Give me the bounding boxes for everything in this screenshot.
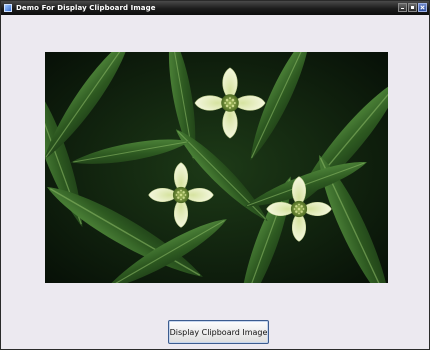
minimize-icon[interactable]	[398, 3, 407, 12]
window-controls	[398, 3, 427, 12]
app-icon	[4, 4, 12, 12]
maximize-icon[interactable]	[408, 3, 417, 12]
clipboard-image-picturebox	[45, 52, 388, 283]
display-clipboard-image-button[interactable]: Display Clipboard Image	[168, 320, 269, 344]
title-bar[interactable]: Demo For Display Clipboard Image	[1, 1, 429, 15]
window-title: Demo For Display Clipboard Image	[16, 4, 156, 12]
app-window: Demo For Display Clipboard Image Display…	[0, 0, 430, 350]
bunchberry-flowers-photo	[45, 52, 388, 283]
close-icon[interactable]	[418, 3, 427, 12]
